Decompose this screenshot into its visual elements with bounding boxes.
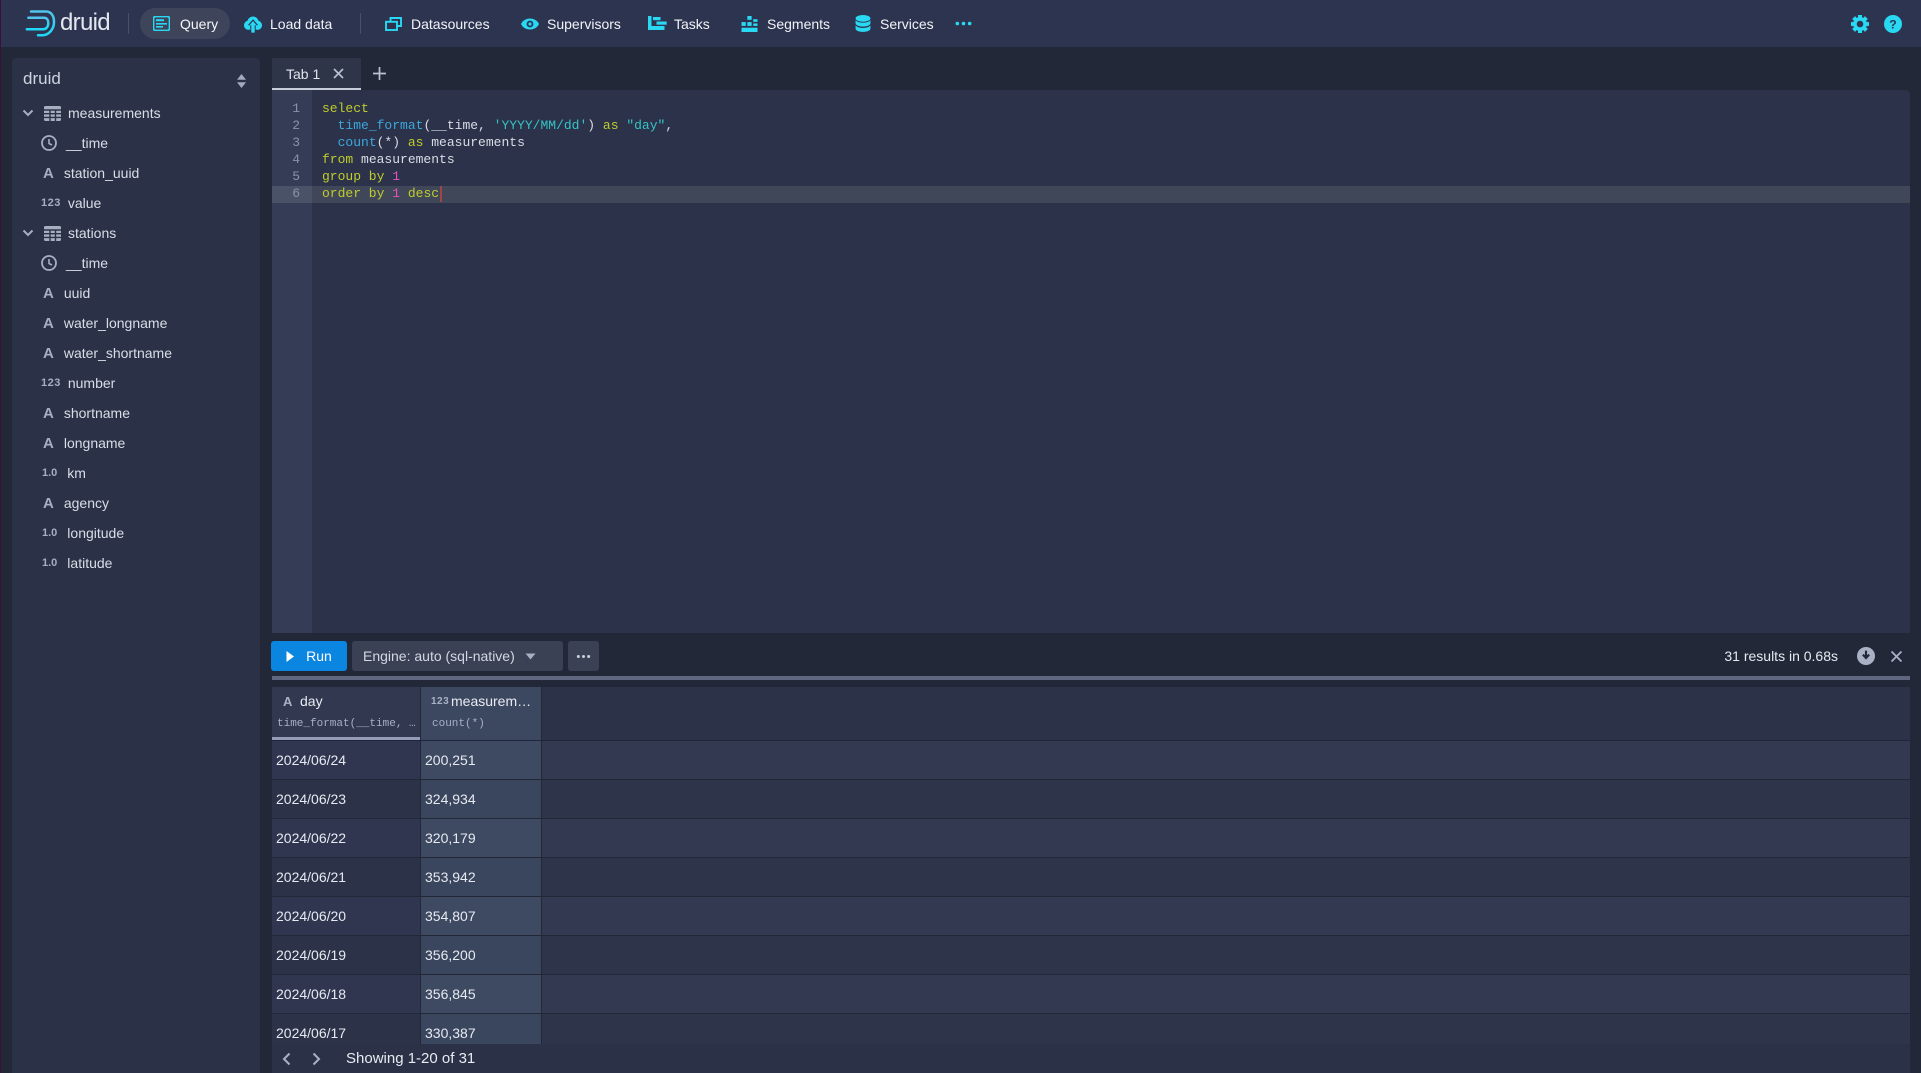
svg-text:?: ? [1889, 17, 1896, 31]
